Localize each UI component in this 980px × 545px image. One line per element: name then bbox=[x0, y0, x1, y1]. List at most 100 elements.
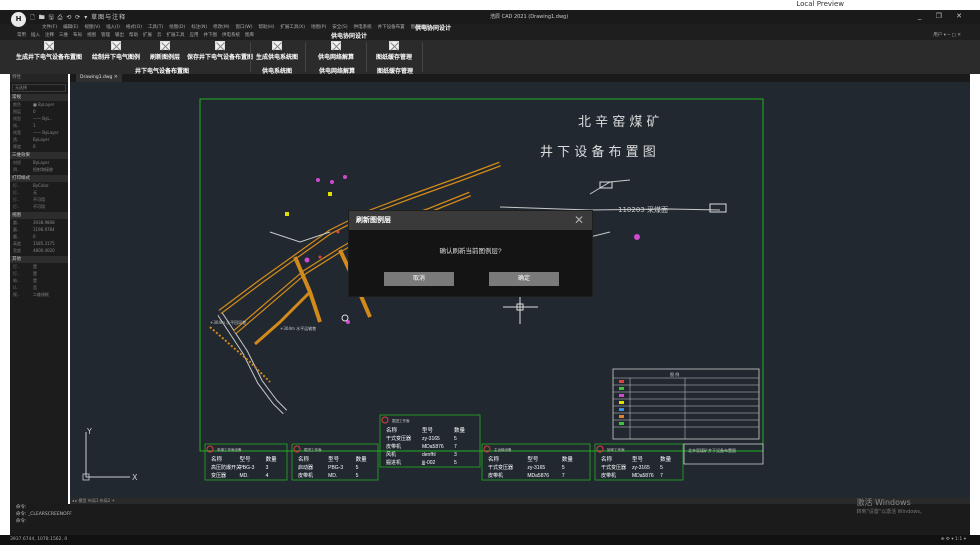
property-row[interactable]: 圆.. 1196.9784 bbox=[10, 226, 68, 233]
menu-item[interactable]: 文件(F) bbox=[42, 25, 57, 30]
menu-item[interactable]: 工具(T) bbox=[148, 25, 163, 30]
property-row[interactable]: 视.. 二维线框 bbox=[10, 291, 68, 298]
menu-item[interactable]: 地图(P) bbox=[311, 25, 326, 30]
menu-item[interactable]: 格式(O) bbox=[126, 25, 142, 30]
network-calc-button[interactable]: 供电网络解算 bbox=[318, 41, 354, 63]
command-prompt[interactable]: 命令: bbox=[10, 518, 970, 525]
app-logo-button[interactable]: H bbox=[11, 12, 26, 27]
ribbon-tab[interactable]: 扩展 bbox=[143, 33, 152, 38]
properties-section-header[interactable]: 其他 bbox=[10, 256, 68, 263]
dialog-header: 刷新图例层 ✕ bbox=[349, 211, 592, 230]
property-row[interactable]: 图层 0 bbox=[10, 108, 68, 115]
ribbon-tab[interactable]: 注释 bbox=[45, 33, 54, 38]
menu-item[interactable]: 井下设备布置 bbox=[378, 25, 405, 30]
menu-item[interactable]: 供电系统 bbox=[354, 25, 372, 30]
property-row[interactable]: 圆.. 3938.9808 bbox=[10, 219, 68, 226]
property-row[interactable]: 打.. 不可用 bbox=[10, 203, 68, 210]
menu-item[interactable]: 窗口(W) bbox=[236, 25, 253, 30]
selection-combo[interactable]: 无选择 bbox=[12, 84, 66, 92]
ok-button[interactable]: 确定 bbox=[489, 272, 559, 286]
equipment-table-cell: 5 bbox=[454, 460, 457, 466]
properties-section-header[interactable]: 三维效果 bbox=[10, 152, 68, 159]
ribbon-tab[interactable]: 管理 bbox=[101, 33, 110, 38]
properties-section-header[interactable]: 视图 bbox=[10, 212, 68, 219]
menu-item[interactable]: 绘图(D) bbox=[169, 25, 185, 30]
property-row[interactable]: 线宽 —— ByLayer bbox=[10, 129, 68, 136]
menu-item[interactable]: 修改(M) bbox=[213, 25, 229, 30]
property-key: 材质 bbox=[13, 160, 21, 165]
ribbon-tab-items[interactable]: 常用 插入 注释 三维 布局 视图 管理 输出 帮助 扩展云扩展工具 应用 井下图 供电系统 图库 bbox=[17, 33, 259, 38]
save-layout-button[interactable]: 保存井下电气设备布置图 bbox=[187, 41, 253, 63]
property-value: 不可用 bbox=[33, 204, 45, 209]
properties-section-header[interactable]: 打印样式 bbox=[10, 175, 68, 182]
property-row[interactable]: 线型 —— ByL.. bbox=[10, 115, 68, 122]
property-row[interactable]: 厚度 0 bbox=[10, 143, 68, 150]
ribbon-tab[interactable]: 应用 bbox=[190, 33, 199, 38]
quick-access-toolbar[interactable]: 🗋 🖿 🖫 ⎙ ⟲ ⟳ ▾ 草图与注释 bbox=[30, 12, 126, 23]
property-value: ByColor bbox=[33, 183, 49, 188]
menu-item[interactable]: 标注(N) bbox=[191, 25, 207, 30]
draw-legend-button[interactable]: 绘制井下电气图例 bbox=[92, 41, 140, 63]
ribbon-tab[interactable]: 井下图 bbox=[204, 33, 218, 38]
ribbon-separator bbox=[422, 42, 423, 72]
menu-item[interactable]: 安全(S) bbox=[332, 25, 347, 30]
status-tools[interactable]: ⊕ ⚙ ▾ 1:1 ▾ bbox=[941, 535, 966, 545]
property-row[interactable]: 每.. 是 bbox=[10, 277, 68, 284]
menu-item[interactable]: 插入(I) bbox=[106, 25, 120, 30]
refresh-legend-button[interactable]: 刷新图例层 bbox=[150, 41, 180, 63]
menu-item[interactable]: 视图(V) bbox=[84, 25, 100, 30]
menu-item[interactable]: 扩展工具(X) bbox=[280, 25, 305, 30]
road-label: +304m 水平运输巷 bbox=[280, 325, 316, 331]
gen-layout-button[interactable]: 生成井下电气设备布置图 bbox=[16, 41, 82, 63]
property-row[interactable]: 透.. ByLayer bbox=[10, 136, 68, 143]
property-row[interactable]: 打.. 不可用 bbox=[10, 196, 68, 203]
ribbon-tab[interactable]: 图库 bbox=[245, 33, 254, 38]
properties-section-header[interactable]: 常规 bbox=[10, 94, 68, 101]
document-tab-drawing1[interactable]: Drawing1.dwg ✕ bbox=[76, 74, 122, 82]
menu-items[interactable]: 文件(F) 编辑(E) 视图(V) 插入(I) 格式(O) 工具(T) 绘图(D) 标注(N)… bbox=[42, 25, 435, 30]
cache-manage-button[interactable]: 图纸缓存管理 bbox=[376, 41, 412, 63]
close-icon[interactable]: ✕ bbox=[574, 213, 584, 227]
ribbon-tab[interactable]: 扩展工具 bbox=[167, 33, 185, 38]
equipment-table-cell: zy-3165 bbox=[632, 465, 650, 471]
context-tab-label[interactable]: 供电协同设计 bbox=[415, 24, 451, 32]
property-row[interactable]: 阴.. 投射和接收 bbox=[10, 166, 68, 173]
property-row[interactable]: 打.. 是 bbox=[10, 270, 68, 277]
broken-image-icon bbox=[215, 41, 225, 50]
ribbon-separator bbox=[250, 42, 251, 72]
ribbon-tab[interactable]: 三维 bbox=[59, 33, 68, 38]
window-controls[interactable]: _ ❐ ✕ bbox=[918, 12, 968, 20]
property-row[interactable]: 打.. 是 bbox=[10, 263, 68, 270]
ribbon-tab[interactable]: 供电系统 bbox=[222, 33, 240, 38]
equipment-table-cell: zy-3165 bbox=[422, 436, 440, 442]
property-row[interactable]: 打.. 无 bbox=[10, 189, 68, 196]
property-row[interactable]: 材质 ByLayer bbox=[10, 159, 68, 166]
property-row[interactable]: U.. 否 bbox=[10, 284, 68, 291]
ribbon-tab[interactable]: 常用 bbox=[17, 33, 26, 38]
ribbon-tab[interactable]: 视图 bbox=[87, 33, 96, 38]
property-row[interactable]: 宽度 4800.4020 bbox=[10, 247, 68, 254]
tab-power-design[interactable]: 供电协同设计 bbox=[331, 32, 367, 40]
property-row[interactable]: 高度 1585.3175 bbox=[10, 240, 68, 247]
property-row[interactable]: 圆.. 0 bbox=[10, 233, 68, 240]
ucs-icon: Y X bbox=[82, 427, 138, 482]
property-row[interactable]: 颜色 ■ ByLayer bbox=[10, 101, 68, 108]
equipment-table-cell: denfhl bbox=[422, 452, 436, 458]
network-calc-label: 供电网络解算 bbox=[318, 55, 355, 61]
command-window[interactable]: 命令: 命令: _CLEARSCREENOFF 命令: bbox=[10, 504, 970, 535]
property-row[interactable]: 线.. 1 bbox=[10, 122, 68, 129]
ribbon-tab[interactable]: 插入 bbox=[31, 33, 40, 38]
ribbon-tab[interactable]: 输出 bbox=[115, 33, 124, 38]
document-tabs: Drawing1.dwg ✕ bbox=[70, 74, 970, 82]
user-controls[interactable]: 用户 ▾ ─ □ ✕ bbox=[933, 32, 961, 38]
ribbon-tab[interactable]: 帮助 bbox=[129, 33, 138, 38]
gen-system-button[interactable]: 生成供电系统图 bbox=[256, 41, 298, 63]
property-row[interactable]: 打.. ByColor bbox=[10, 182, 68, 189]
equipment-table-header: 名称 bbox=[601, 455, 613, 463]
menu-item[interactable]: 帮助(H) bbox=[258, 25, 274, 30]
cancel-button[interactable]: 取消 bbox=[384, 272, 454, 286]
property-key: 打.. bbox=[13, 183, 20, 188]
ribbon-tab[interactable]: 布局 bbox=[73, 33, 82, 38]
menu-item[interactable]: 编辑(E) bbox=[63, 25, 78, 30]
ribbon-tab[interactable]: 云 bbox=[157, 33, 162, 38]
